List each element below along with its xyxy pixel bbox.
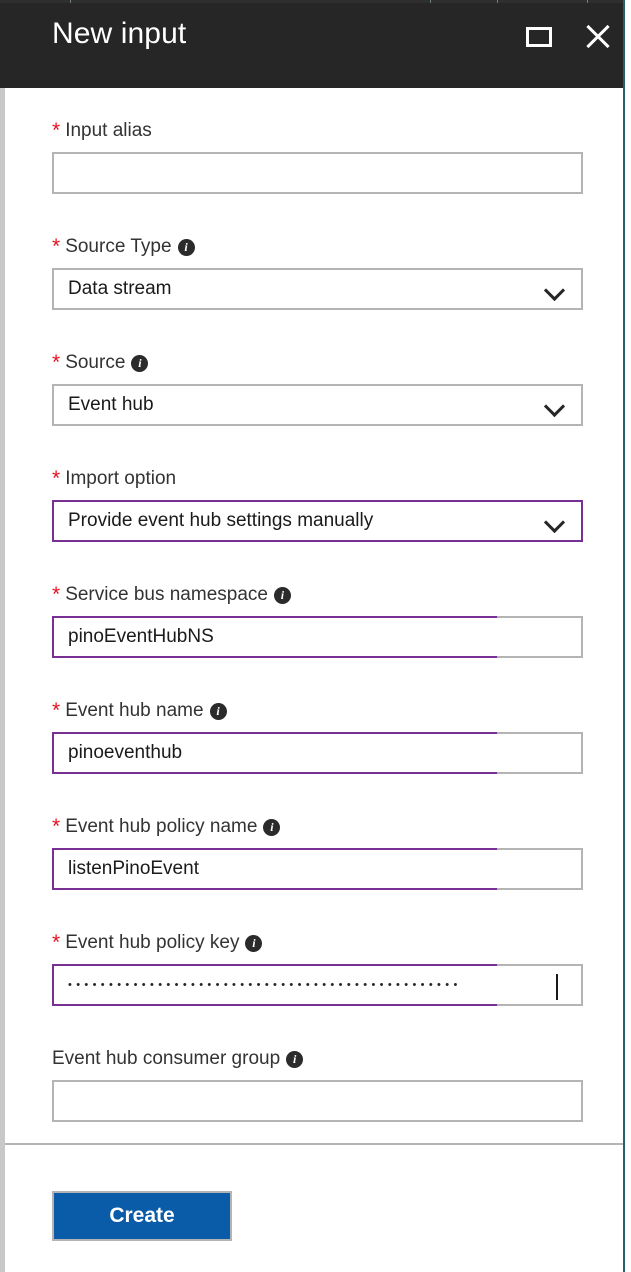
label-text: Event hub consumer group [52,1048,281,1069]
source-value: Event hub [68,394,154,415]
label-text: Source Type [65,236,172,257]
required-marker: * [52,351,61,374]
blade-header: New input [0,0,623,88]
event-hub-consumer-group-input[interactable] [54,1082,581,1120]
field-label: * Event hub policy name i [52,815,583,839]
label-text: Event hub policy key [65,932,240,953]
field-label: * Source Type i [52,235,583,259]
close-button[interactable] [581,20,615,54]
label-text: Event hub name [65,700,204,721]
event-hub-consumer-group-control[interactable] [52,1080,583,1122]
new-input-blade: New input * Input alias * Source Type i Dat… [0,0,631,1272]
info-icon[interactable]: i [131,355,149,372]
field-label: Event hub consumer group i [52,1047,583,1071]
field-input-alias: * Input alias [52,119,583,194]
info-icon[interactable]: i [209,703,227,720]
info-icon[interactable]: i [245,935,263,952]
header-tick [497,0,498,3]
info-icon[interactable]: i [177,239,195,256]
create-button[interactable]: Create [52,1191,232,1241]
label-text: Import option [65,468,177,489]
event-hub-policy-key-masked-value: ••••••••••••••••••••••••••••••••••••••••… [68,978,462,991]
required-marker: * [52,583,61,606]
field-label: * Event hub name i [52,699,583,723]
blade-title: New input [52,17,187,50]
input-alias-control[interactable] [52,152,583,194]
field-event-hub-consumer-group: Event hub consumer group i [52,1047,583,1122]
blade-outside-area [625,0,631,1272]
text-caret [556,974,558,1000]
chevron-down-icon [543,386,569,424]
source-dropdown[interactable]: Event hub [52,384,583,426]
service-bus-namespace-control[interactable] [52,616,583,658]
import-option-dropdown[interactable]: Provide event hub settings manually [52,500,583,542]
input-alias-input[interactable] [54,154,581,192]
field-label: * Service bus namespace i [52,583,583,607]
chevron-down-icon [543,502,569,540]
field-label: * Import option [52,467,583,491]
info-icon[interactable]: i [286,1051,304,1068]
source-type-dropdown[interactable]: Data stream [52,268,583,310]
info-icon[interactable]: i [273,587,291,604]
maximize-button[interactable] [522,20,556,54]
field-event-hub-policy-name: * Event hub policy name i [52,815,583,890]
close-icon [583,22,613,52]
field-import-option: * Import option Provide event hub setting… [52,467,583,542]
header-tick-strip [0,0,623,3]
field-source-type: * Source Type i Data stream [52,235,583,310]
info-icon[interactable]: i [263,819,281,836]
field-label: * Source i [52,351,583,375]
field-label: * Event hub policy key i [52,931,583,955]
header-tick [430,0,431,3]
event-hub-name-input[interactable] [54,734,581,772]
required-marker: * [52,119,61,142]
label-text: Input alias [65,120,152,141]
maximize-icon [526,27,552,47]
field-source: * Source i Event hub [52,351,583,426]
service-bus-namespace-input[interactable] [54,618,581,656]
event-hub-policy-name-control[interactable] [52,848,583,890]
field-event-hub-name: * Event hub name i [52,699,583,774]
field-event-hub-policy-key: * Event hub policy key i •••••••••••••••••… [52,931,583,1006]
field-label: * Input alias [52,119,583,143]
event-hub-name-control[interactable] [52,732,583,774]
label-text: Event hub policy name [65,816,258,837]
event-hub-policy-name-input[interactable] [54,850,581,888]
source-type-value: Data stream [68,278,172,299]
header-tick [70,0,71,3]
required-marker: * [52,931,61,954]
header-tick [587,0,588,3]
label-text: Service bus namespace [65,584,268,605]
required-marker: * [52,699,61,722]
blade-footer: Create [5,1143,623,1272]
field-service-bus-namespace: * Service bus namespace i [52,583,583,658]
label-text: Source [65,352,126,373]
event-hub-policy-key-control[interactable]: ••••••••••••••••••••••••••••••••••••••••… [52,964,583,1006]
import-option-value: Provide event hub settings manually [68,510,374,531]
chevron-down-icon [543,270,569,308]
new-input-form: * Input alias * Source Type i Data stream *… [5,88,623,1143]
required-marker: * [52,235,61,258]
required-marker: * [52,815,61,838]
required-marker: * [52,467,61,490]
